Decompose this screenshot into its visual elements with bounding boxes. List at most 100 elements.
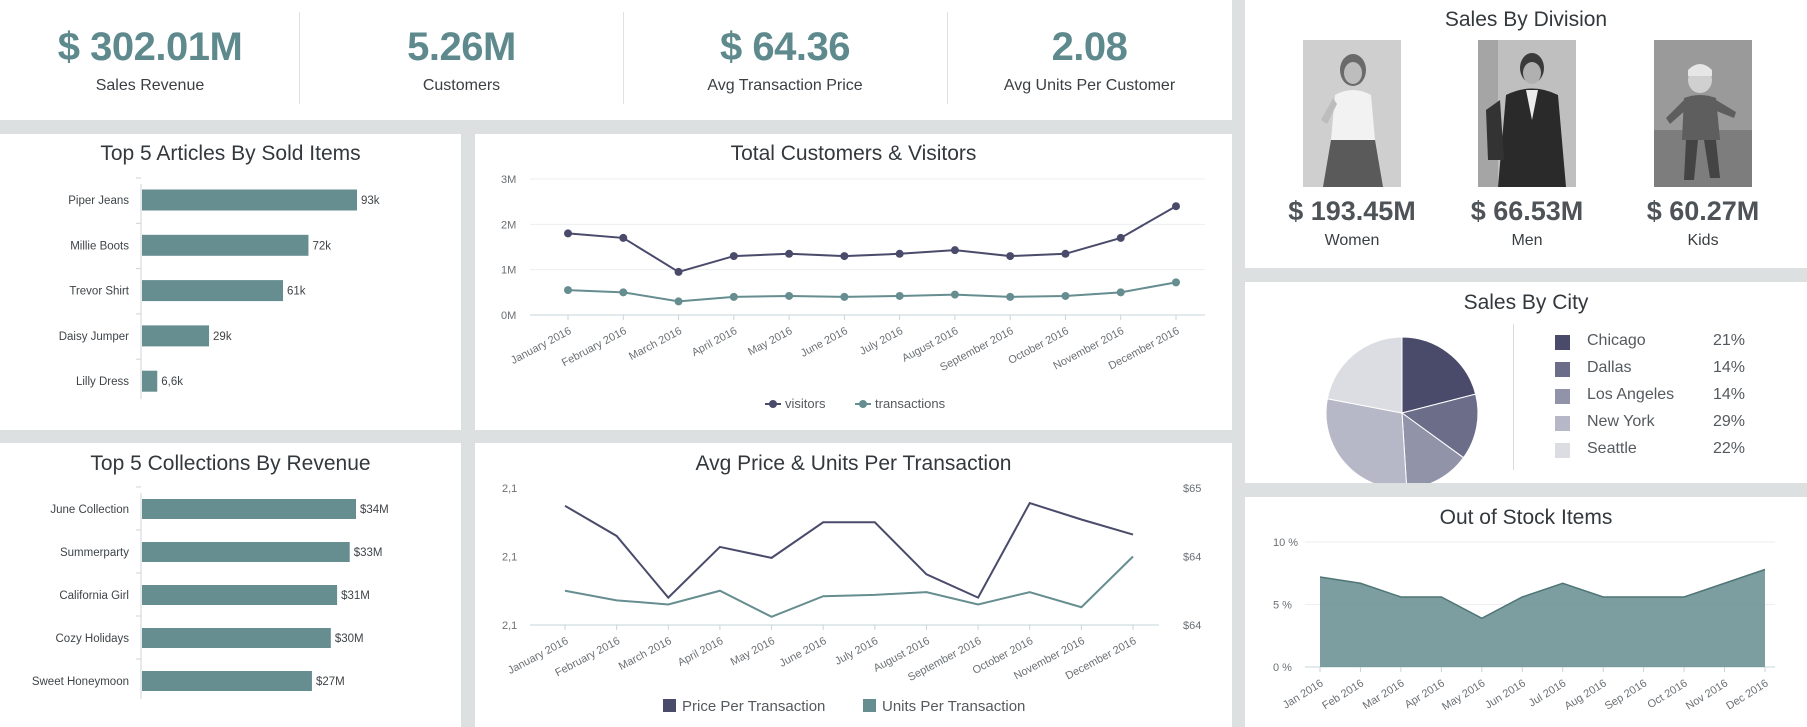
y-tick-label-right: $65	[1183, 483, 1201, 495]
series-line	[564, 501, 1134, 600]
data-point	[1116, 233, 1125, 242]
division-label: Kids	[1687, 232, 1719, 249]
division-label: Men	[1511, 232, 1543, 249]
series-line	[567, 281, 1177, 303]
bar	[142, 671, 312, 691]
bar	[142, 189, 357, 211]
data-point	[840, 252, 849, 261]
legend-percent: 21%	[1713, 332, 1746, 349]
y-tick-label: 10 %	[1273, 537, 1298, 549]
avg-price-chart: 2,12,12,1$64$64$65January 2016February 2…	[502, 483, 1201, 715]
legend-label: visitors	[785, 396, 826, 411]
x-tick-label: Jun 2016	[1483, 677, 1528, 711]
top-articles-panel: Top 5 Articles By Sold Items Piper Jeans…	[0, 134, 461, 430]
kpi-avg-units: 2.08 Avg Units Per Customer	[947, 0, 1232, 120]
bar	[142, 280, 284, 302]
bar-value-label: $27M	[316, 676, 345, 688]
data-point	[1061, 291, 1070, 300]
y-tick-label-left: 2,1	[502, 620, 517, 632]
legend-swatch	[663, 699, 676, 712]
legend-label: Price Per Transaction	[682, 698, 825, 715]
data-point	[619, 288, 628, 297]
legend-marker	[769, 400, 777, 408]
bar-category-label: Piper Jeans	[68, 195, 129, 207]
data-point	[564, 286, 572, 295]
bar-value-label: 61k	[287, 286, 306, 298]
y-tick-label: 1M	[501, 265, 516, 277]
panel-title: Sales By Division	[1444, 8, 1608, 31]
series-line	[567, 205, 1177, 274]
legend-label: Dallas	[1587, 359, 1632, 376]
bar-value-label: 72k	[312, 240, 331, 252]
x-tick-label: Oct 2016	[1645, 677, 1689, 711]
kpi-sales-revenue: $ 302.01M Sales Revenue	[0, 0, 300, 120]
top-collections-panel: Top 5 Collections By Revenue June Collec…	[0, 443, 461, 727]
bar-category-label: June Collection	[50, 504, 129, 516]
bar-value-label: $30M	[335, 633, 364, 645]
x-tick-label: Aug 2016	[1562, 677, 1608, 712]
x-tick-label: May 2016	[1440, 677, 1487, 713]
top-collections-chart: June Collection $34M Summerparty $33M Califo…	[32, 486, 389, 699]
kid-photo	[1654, 40, 1752, 187]
legend-label: Chicago	[1587, 332, 1646, 349]
x-tick-label: Dec 2016	[1724, 677, 1770, 712]
x-tick-label: March 2016	[627, 325, 684, 363]
division-value: $ 193.45M	[1288, 196, 1416, 226]
legend-marker	[859, 400, 867, 408]
data-point	[785, 249, 794, 258]
kpi-value: 2.08	[1051, 25, 1128, 69]
area-fill	[1320, 569, 1765, 667]
stock-panel: Out of Stock Items 0 % 5 % 10 % Jan 2016 Feb…	[1245, 497, 1807, 727]
legend-percent: 22%	[1713, 440, 1746, 457]
data-point	[564, 229, 572, 238]
x-tick-label: Sep 2016	[1603, 677, 1649, 712]
x-tick-label: Nov 2016	[1684, 677, 1730, 712]
legend-label: transactions	[875, 396, 946, 411]
y-tick-label: 5 %	[1273, 600, 1292, 612]
x-tick-label: Jul 2016	[1527, 677, 1569, 709]
pie-legend-divider	[1513, 324, 1514, 470]
division-label: Women	[1324, 232, 1380, 249]
data-point	[840, 292, 849, 301]
data-point	[1172, 202, 1180, 211]
legend-swatch	[863, 699, 876, 712]
x-tick-label: May 2016	[729, 635, 777, 668]
y-tick-label: 0M	[501, 310, 516, 322]
x-tick-label: May 2016	[746, 325, 794, 358]
series-line	[564, 555, 1134, 618]
data-point	[729, 252, 738, 261]
legend-label: Los Angeles	[1587, 386, 1675, 403]
bar-value-label: $33M	[354, 547, 383, 559]
data-point	[785, 291, 794, 300]
y-tick-label: 0 %	[1273, 662, 1292, 674]
bar-category-label: Summerparty	[60, 547, 129, 559]
legend-label: New York	[1587, 413, 1655, 430]
data-point	[1172, 278, 1180, 287]
kpi-label: Avg Units Per Customer	[1003, 77, 1176, 94]
bar	[142, 325, 210, 347]
woman-photo	[1303, 40, 1401, 187]
x-tick-label: Feb 2016	[1320, 677, 1366, 712]
kpi-label: Customers	[422, 77, 501, 94]
y-tick-label: 3M	[501, 174, 516, 186]
legend-percent: 14%	[1713, 386, 1746, 403]
customers-visitors-panel: Total Customers & Visitors 0M 1M 2M 3M Janua…	[475, 134, 1232, 430]
legend-swatch	[1555, 389, 1570, 404]
legend-swatch	[1555, 362, 1570, 377]
kpi-customers: 5.26M Customers	[300, 0, 623, 120]
division-value: $ 60.27M	[1646, 196, 1760, 226]
x-tick-label: April 2016	[690, 325, 739, 359]
x-tick-label: April 2016	[676, 635, 725, 669]
x-tick-label: July 2016	[858, 325, 905, 358]
legend-label: Units Per Transaction	[882, 698, 1025, 715]
kpi-panel: $ 302.01M Sales Revenue 5.26M Customers …	[0, 0, 1232, 120]
data-point	[619, 233, 628, 242]
data-point	[895, 249, 904, 258]
bar	[142, 234, 309, 256]
bar-category-label: Millie Boots	[70, 240, 129, 252]
y-tick-label-right: $64	[1183, 620, 1201, 632]
bar	[142, 370, 158, 392]
bar-value-label: $31M	[341, 590, 370, 602]
data-point	[729, 292, 738, 301]
kpi-label: Avg Transaction Price	[707, 77, 863, 94]
